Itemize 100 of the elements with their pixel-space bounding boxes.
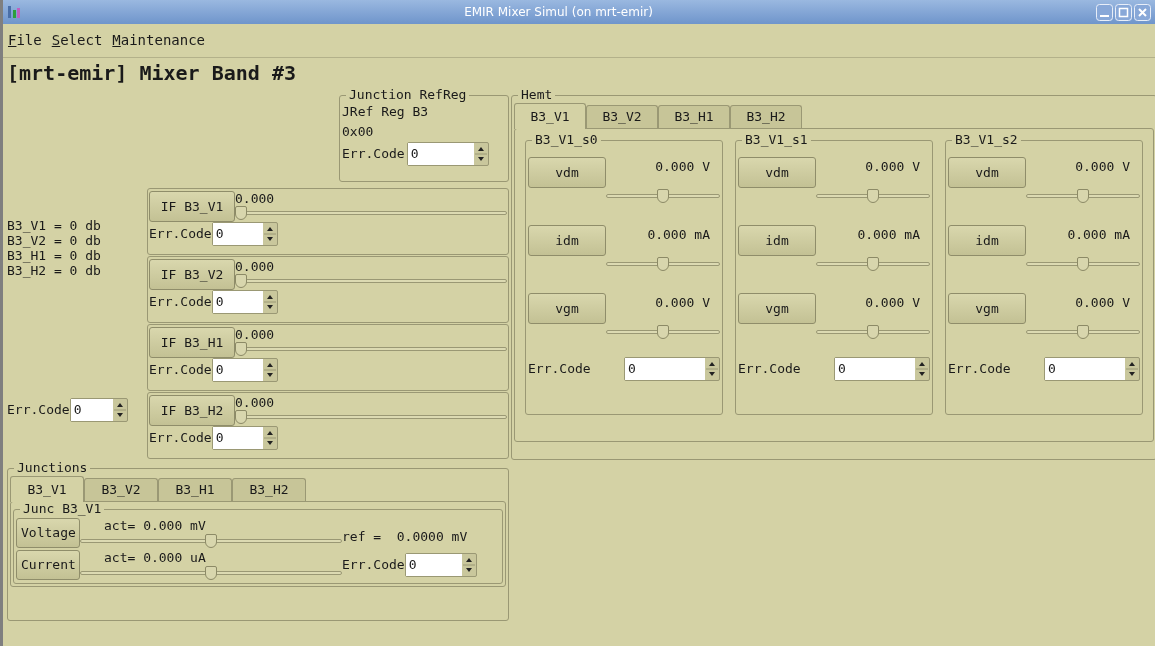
slider-thumb[interactable] xyxy=(1077,325,1089,339)
tab[interactable]: B3_V2 xyxy=(84,478,158,501)
field-label: Err.Code xyxy=(342,556,405,575)
spin-field[interactable]: 0 xyxy=(211,222,278,246)
spin-field[interactable]: 0 xyxy=(69,398,128,422)
slider-thumb[interactable] xyxy=(235,206,247,220)
slider[interactable] xyxy=(235,410,507,424)
spin-field[interactable]: 0 xyxy=(211,358,278,382)
minimize-icon[interactable] xyxy=(1096,3,1113,21)
group-title: B3_V1_s2 xyxy=(954,133,1019,147)
slider[interactable] xyxy=(816,257,930,271)
slider[interactable] xyxy=(606,257,720,271)
stage-reading: 0.000 V xyxy=(865,158,921,176)
menu-item[interactable]: Select xyxy=(51,30,103,51)
tab[interactable]: B3_H2 xyxy=(232,478,306,501)
stage-reading: 0.000 V xyxy=(865,294,921,312)
field-label: Err.Code xyxy=(149,225,212,244)
push-button[interactable]: idm xyxy=(528,225,606,256)
push-button[interactable]: vdm xyxy=(948,157,1026,188)
slider[interactable] xyxy=(1026,189,1140,203)
gain-reading: B3_V1 = 0 db xyxy=(7,218,102,233)
tab[interactable]: B3_V1 xyxy=(10,476,84,502)
slider[interactable] xyxy=(1026,325,1140,339)
slider-thumb[interactable] xyxy=(1077,189,1089,203)
stage-reading: 0.000 mA xyxy=(647,226,711,244)
maximize-icon[interactable] xyxy=(1115,3,1132,21)
slider-thumb[interactable] xyxy=(867,325,879,339)
slider-thumb[interactable] xyxy=(235,342,247,356)
push-button[interactable]: idm xyxy=(948,225,1026,256)
slider-thumb[interactable] xyxy=(867,257,879,271)
push-button[interactable]: vgm xyxy=(948,293,1026,324)
field-label: Err.Code xyxy=(149,429,212,448)
spin-field[interactable]: 0 xyxy=(406,142,489,166)
push-button[interactable]: IF B3_H2 xyxy=(149,395,235,426)
if-reading: 0.000 xyxy=(235,259,276,274)
reference-reading: ref = 0.0000 mV xyxy=(342,528,468,547)
field-label: Err.Code xyxy=(149,293,212,312)
field-label: Err.Code xyxy=(149,361,212,380)
group-title: Hemt xyxy=(520,88,554,102)
slider[interactable] xyxy=(816,189,930,203)
group-title: Junctions xyxy=(16,461,89,475)
stage-reading: 0.000 V xyxy=(655,158,711,176)
tab[interactable]: B3_H1 xyxy=(158,478,232,501)
gain-reading: B3_H1 = 0 db xyxy=(7,248,102,263)
push-button[interactable]: IF B3_V2 xyxy=(149,259,235,290)
push-button[interactable]: vgm xyxy=(528,293,606,324)
spin-field[interactable]: 0 xyxy=(211,290,278,314)
stage-reading: 0.000 mA xyxy=(1067,226,1131,244)
field-label: Err.Code xyxy=(342,145,405,164)
spin-field[interactable]: 0 xyxy=(624,357,720,381)
register-label: JRef Reg B3 xyxy=(342,103,430,121)
spin-field[interactable]: 0 xyxy=(404,553,477,577)
push-button[interactable]: Voltage xyxy=(16,518,80,548)
spin-field[interactable]: 0 xyxy=(1044,357,1140,381)
push-button[interactable]: vdm xyxy=(528,157,606,188)
slider-thumb[interactable] xyxy=(657,189,669,203)
slider-thumb[interactable] xyxy=(205,534,217,548)
push-button[interactable]: IF B3_H1 xyxy=(149,327,235,358)
gain-reading: B3_V2 = 0 db xyxy=(7,233,102,248)
menu-item[interactable]: Maintenance xyxy=(112,30,206,51)
slider[interactable] xyxy=(606,325,720,339)
slider[interactable] xyxy=(816,325,930,339)
slider[interactable] xyxy=(1026,257,1140,271)
group-title: B3_V1_s0 xyxy=(534,133,599,147)
slider-thumb[interactable] xyxy=(235,410,247,424)
stage-reading: 0.000 mA xyxy=(857,226,921,244)
field-label: Err.Code xyxy=(7,401,70,420)
spin-field[interactable]: 0 xyxy=(211,426,278,450)
slider[interactable] xyxy=(235,274,507,288)
slider-thumb[interactable] xyxy=(1077,257,1089,271)
slider-thumb[interactable] xyxy=(235,274,247,288)
tab[interactable]: B3_H2 xyxy=(730,105,802,128)
slider-thumb[interactable] xyxy=(205,566,217,580)
tab[interactable]: B3_V2 xyxy=(586,105,658,128)
window-title: EMIR Mixer Simul (on mrt-emir) xyxy=(463,4,654,21)
tab[interactable]: B3_V1 xyxy=(514,103,586,129)
slider[interactable] xyxy=(235,206,507,220)
menu-item[interactable]: File xyxy=(8,30,42,51)
slider-thumb[interactable] xyxy=(657,325,669,339)
push-button[interactable]: Current xyxy=(16,550,80,580)
push-button[interactable]: IF B3_V1 xyxy=(149,191,235,222)
tab[interactable]: B3_H1 xyxy=(658,105,730,128)
close-icon[interactable] xyxy=(1134,3,1151,21)
actual-reading: act= 0.000 mV xyxy=(103,518,207,534)
stage-reading: 0.000 V xyxy=(1075,158,1131,176)
stage-reading: 0.000 V xyxy=(655,294,711,312)
page-heading: [mrt-emir] Mixer Band #3 xyxy=(6,60,297,87)
if-reading: 0.000 xyxy=(235,395,276,410)
spin-field[interactable]: 0 xyxy=(834,357,930,381)
if-reading: 0.000 xyxy=(235,191,276,206)
slider[interactable] xyxy=(80,534,342,548)
slider-thumb[interactable] xyxy=(867,189,879,203)
push-button[interactable]: vgm xyxy=(738,293,816,324)
field-label: Err.Code xyxy=(528,360,591,379)
slider[interactable] xyxy=(80,566,342,580)
slider[interactable] xyxy=(606,189,720,203)
slider-thumb[interactable] xyxy=(657,257,669,271)
slider[interactable] xyxy=(235,342,507,356)
push-button[interactable]: vdm xyxy=(738,157,816,188)
push-button[interactable]: idm xyxy=(738,225,816,256)
